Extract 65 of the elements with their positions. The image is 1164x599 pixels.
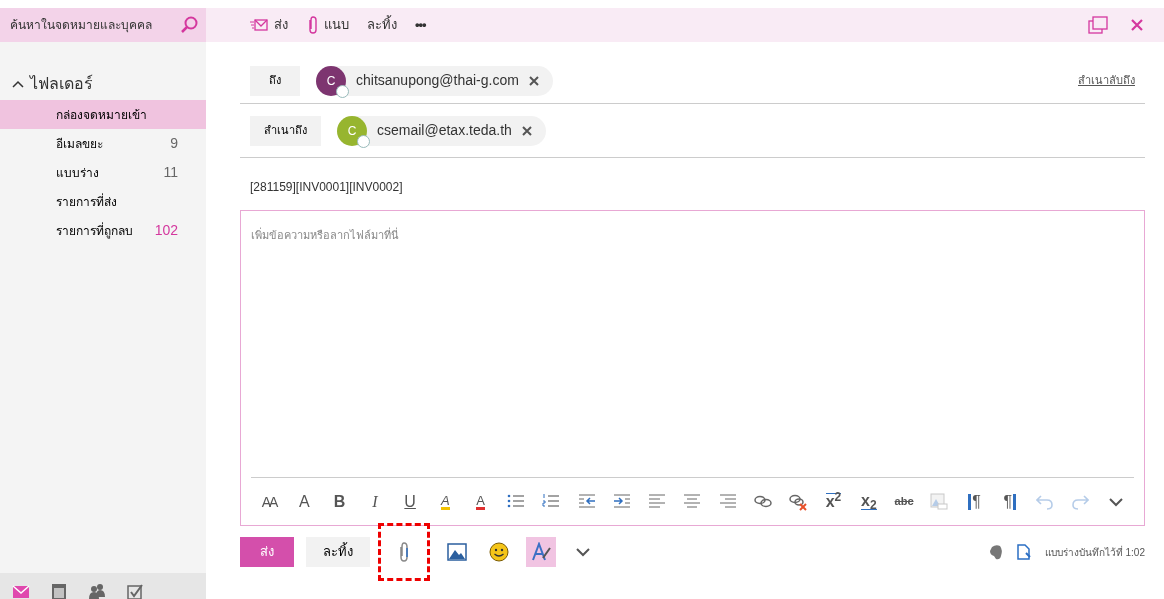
bold-button[interactable]: B bbox=[325, 487, 354, 516]
align-right-icon bbox=[718, 492, 737, 511]
smiley-icon bbox=[489, 542, 509, 562]
align-left-icon bbox=[648, 492, 667, 511]
recipient-chip[interactable]: C csemail@etax.teda.th bbox=[337, 115, 546, 146]
tasks-icon[interactable] bbox=[126, 583, 144, 599]
folder-item[interactable]: รายการที่ส่ง bbox=[0, 187, 206, 216]
unlink-icon bbox=[789, 492, 808, 511]
bcc-link[interactable]: สำเนาลับถึง bbox=[1078, 72, 1135, 89]
calendar-icon[interactable] bbox=[50, 583, 68, 599]
send-button[interactable]: ส่ง bbox=[240, 537, 294, 567]
font-color-button[interactable]: A bbox=[466, 487, 495, 516]
search-icon bbox=[180, 16, 198, 34]
close-icon[interactable] bbox=[1130, 18, 1144, 32]
rtl-button[interactable]: ¶ bbox=[995, 487, 1024, 516]
folder-item[interactable]: กล่องจดหมายเข้า bbox=[0, 100, 206, 129]
subscript-button[interactable]: x$_{2}$ bbox=[854, 487, 883, 516]
discard-button[interactable]: ละทิ้ง bbox=[306, 537, 370, 567]
grow-font-button[interactable]: A bbox=[290, 487, 319, 516]
recipient-label-button[interactable]: ถึง bbox=[250, 65, 300, 96]
image-icon bbox=[930, 492, 949, 511]
pen-icon bbox=[531, 542, 551, 562]
remove-icon[interactable] bbox=[521, 126, 532, 137]
recipient-chip[interactable]: C chitsanupong@thai-g.com bbox=[316, 65, 553, 96]
paperclip-icon bbox=[398, 542, 410, 562]
mail-icon[interactable] bbox=[12, 583, 30, 599]
font-size-button[interactable]: AA bbox=[255, 487, 283, 516]
document-icon bbox=[1016, 544, 1031, 560]
strikethrough-button[interactable]: abc bbox=[890, 487, 919, 516]
avatar: C bbox=[337, 115, 367, 146]
folder-item[interactable]: อีเมลขยะ 9 bbox=[0, 129, 206, 158]
avatar: C bbox=[316, 65, 346, 96]
ltr-button[interactable]: ¶ bbox=[960, 487, 989, 516]
popout-icon[interactable] bbox=[1088, 16, 1108, 34]
align-center-icon bbox=[683, 492, 702, 511]
search-button[interactable] bbox=[172, 8, 206, 42]
indent-icon bbox=[612, 492, 631, 511]
message-body-field[interactable]: เพิ่มข้อความหรือลากไฟล์มาที่นี่ AA A B I U A A x$^{2}$ x$_{2}$ abc ¶ ¶ bbox=[240, 210, 1145, 526]
search-field[interactable]: ค้นหาในจดหมายและบุคคล bbox=[0, 8, 172, 42]
collapse-icon bbox=[12, 80, 24, 88]
italic-button[interactable]: I bbox=[360, 487, 389, 516]
image-icon bbox=[447, 543, 467, 561]
outdent-icon bbox=[577, 492, 596, 511]
subject-text: [281159][INV0001][INV0002] bbox=[249, 179, 404, 196]
send-icon bbox=[250, 18, 268, 32]
recipient-label-button[interactable]: สำเนาถึง bbox=[250, 115, 321, 146]
chevron-icon bbox=[576, 547, 590, 557]
folder-item[interactable]: รายการที่ถูกลบ 102 bbox=[0, 216, 206, 245]
format-button[interactable] bbox=[526, 537, 556, 567]
draft-status-text: แบบร่างบันทึกไว้ที่ 1:02 bbox=[1044, 544, 1145, 560]
redo-icon bbox=[1071, 492, 1090, 511]
underline-button[interactable]: U bbox=[396, 487, 425, 516]
paperclip-icon bbox=[306, 16, 318, 34]
folder-header[interactable]: ไฟลเดอร์ bbox=[0, 42, 206, 100]
send-button[interactable]: ส่ง bbox=[250, 15, 288, 35]
more-button[interactable]: ••• bbox=[415, 15, 426, 35]
highlight-button[interactable]: A bbox=[431, 487, 460, 516]
discard-button[interactable]: ละทิ้ง bbox=[367, 15, 397, 35]
superscript-button[interactable]: x$^{2}$ bbox=[819, 487, 848, 516]
undo-icon bbox=[1036, 492, 1055, 511]
folder-item[interactable]: แบบร่าง 11 bbox=[0, 158, 206, 187]
attach-button[interactable]: แนบ bbox=[306, 15, 349, 35]
people-icon[interactable] bbox=[88, 583, 106, 599]
remove-icon[interactable] bbox=[528, 76, 539, 87]
attach-button[interactable] bbox=[378, 523, 430, 581]
